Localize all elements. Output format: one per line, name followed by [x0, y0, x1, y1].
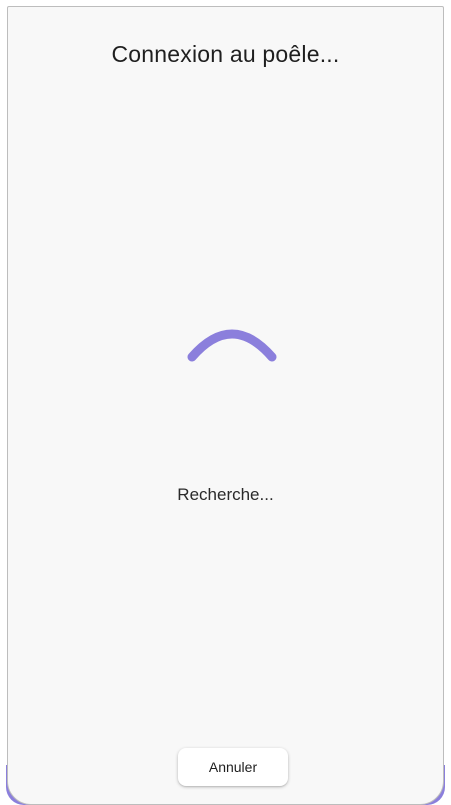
connection-dialog: Connexion au poêle... Recherche... Annul…: [7, 6, 444, 805]
status-text: Recherche...: [177, 485, 274, 504]
spinner-arc: [187, 329, 277, 362]
cancel-button[interactable]: Annuler: [178, 748, 288, 786]
loading-spinner-icon: [187, 329, 277, 362]
app-screen: Connexion au poêle... Recherche... Annul…: [0, 0, 451, 805]
dialog-title: Connexion au poêle...: [111, 41, 340, 67]
